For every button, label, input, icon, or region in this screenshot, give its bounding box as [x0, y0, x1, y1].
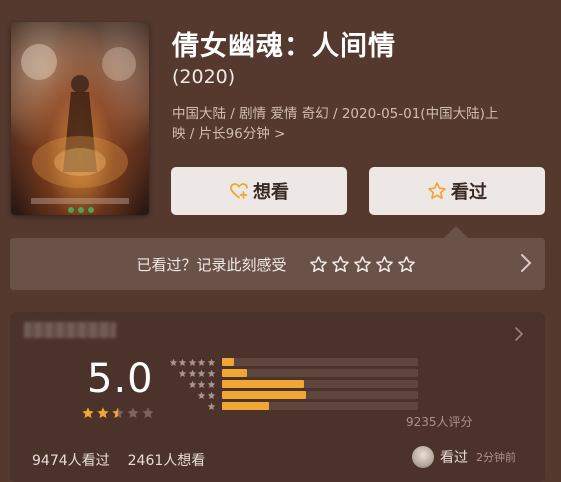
- poster-artwork: [21, 44, 136, 213]
- star-outline-icon: [428, 182, 446, 200]
- footer-stats: 9474人看过 2461人想看: [32, 450, 205, 470]
- movie-poster[interactable]: [11, 22, 149, 215]
- star-small-icon: [207, 402, 215, 411]
- rating-source-label-blurred: [24, 322, 116, 338]
- movie-info-line-2: 映 / 片长96分钟: [172, 126, 270, 142]
- movie-info[interactable]: 中国大陆 / 剧情 爱情 奇幻 / 2020-05-01(中国大陆)上 映 / …: [172, 104, 550, 144]
- star-small-icon: [178, 369, 187, 378]
- chevron-right-icon[interactable]: [514, 326, 524, 342]
- watched-label: 看过: [451, 182, 487, 203]
- distribution-fill-4-star: [222, 369, 247, 377]
- star-small-icon: [207, 358, 215, 367]
- info-chevron-icon: >: [274, 126, 286, 142]
- star-small-icon: [197, 358, 206, 367]
- distribution-bar-5-star: [222, 358, 418, 366]
- star-small-icon: [169, 358, 177, 367]
- heart-plus-icon: [230, 183, 248, 199]
- rate-bar-pointer: [444, 226, 468, 238]
- rating-count: 9235人评分: [406, 415, 473, 429]
- distribution-fill-1-star: [222, 402, 269, 410]
- star-outline-icon[interactable]: [331, 255, 350, 274]
- movie-year: (2020): [172, 66, 236, 88]
- star-small-icon: [197, 369, 206, 378]
- distribution-fill-5-star: [222, 358, 234, 366]
- movie-info-line-1: 中国大陆 / 剧情 爱情 奇幻 / 2020-05-01(中国大陆)上: [172, 106, 499, 122]
- watched-button[interactable]: 看过: [369, 167, 545, 215]
- star-small-icon: [197, 380, 206, 389]
- avatar: [412, 446, 434, 468]
- rating-score: 5.0: [87, 356, 154, 402]
- rate-prompt-bar[interactable]: 已看过？记录此刻感受: [10, 238, 545, 290]
- star-small-icon: [197, 391, 206, 400]
- rate-prompt-text: 已看过？记录此刻感受: [136, 255, 287, 274]
- want-count[interactable]: 2461人想看: [128, 453, 206, 469]
- star-outline-icon[interactable]: [397, 255, 416, 274]
- rating-stars: [81, 406, 156, 420]
- star-small-icon: [188, 369, 196, 378]
- chevron-right-icon: [521, 254, 532, 272]
- activity-action: 看过: [440, 450, 468, 466]
- star-outline-icon[interactable]: [375, 255, 394, 274]
- star-small-icon: [207, 369, 215, 378]
- star-small-icon: [188, 358, 196, 367]
- want-to-watch-label: 想看: [253, 182, 289, 203]
- star-small-icon: [207, 391, 215, 400]
- star-small-icon: [188, 380, 196, 389]
- star-filled-icon: [82, 407, 94, 419]
- activity-time: 2分钟前: [476, 451, 516, 464]
- star-half-icon: [112, 407, 124, 419]
- rate-stars[interactable]: [309, 255, 419, 274]
- star-small-icon: [207, 380, 215, 389]
- distribution-bar-3-star: [222, 380, 418, 388]
- distribution-fill-2-star: [222, 391, 306, 399]
- star-empty-icon: [127, 407, 139, 419]
- star-small-icon: [178, 358, 187, 367]
- distribution-bar-2-star: [222, 391, 418, 399]
- distribution-fill-3-star: [222, 380, 304, 388]
- want-to-watch-button[interactable]: 想看: [171, 167, 347, 215]
- star-empty-icon: [142, 407, 154, 419]
- star-outline-icon[interactable]: [309, 255, 328, 274]
- distribution-bar-1-star: [222, 402, 418, 410]
- movie-title: 倩女幽魂：人间情: [172, 31, 396, 62]
- recent-activity[interactable]: 看过 2分钟前: [412, 446, 516, 468]
- distribution-bar-4-star: [222, 369, 418, 377]
- star-outline-icon[interactable]: [353, 255, 372, 274]
- seen-count[interactable]: 9474人看过: [32, 453, 110, 469]
- star-filled-icon: [97, 407, 109, 419]
